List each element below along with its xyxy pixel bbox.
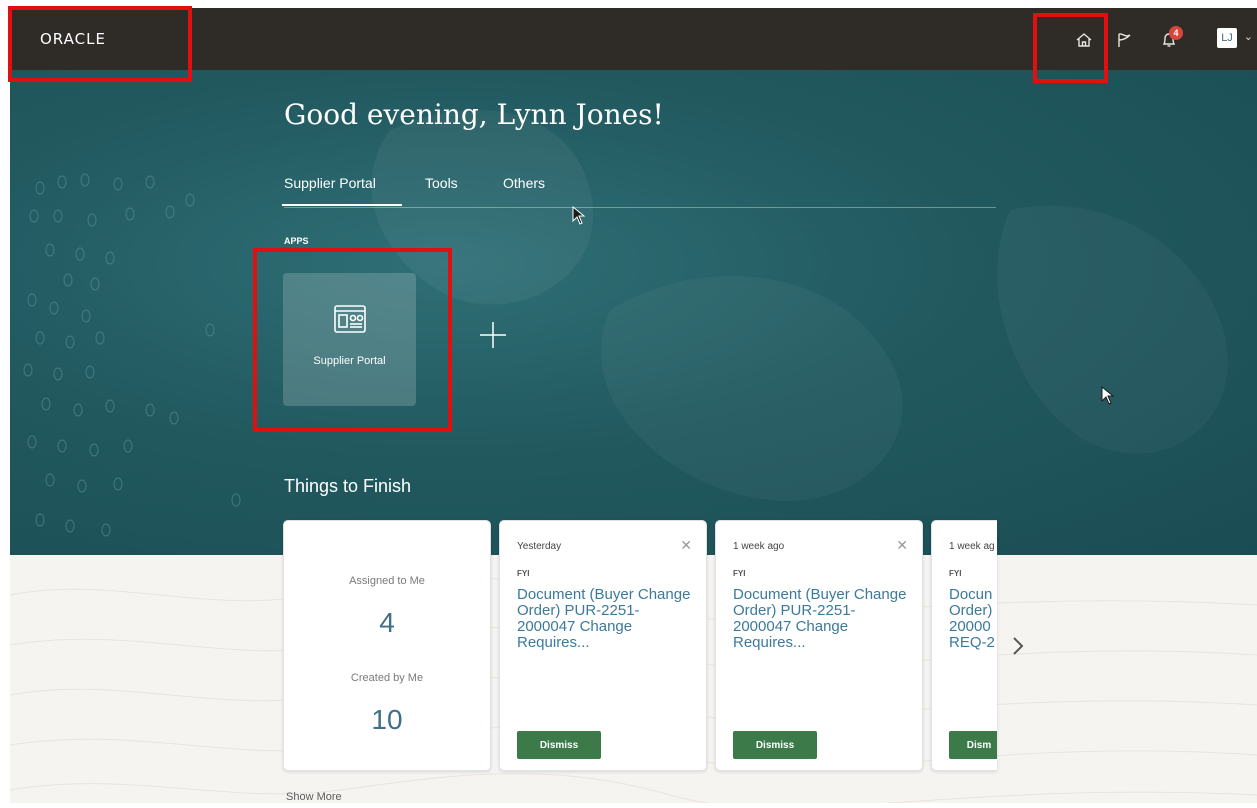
greeting-title: Good evening, Lynn Jones!: [284, 98, 664, 131]
background-shapes: [371, 110, 1228, 501]
close-icon[interactable]: ✕: [680, 537, 692, 554]
user-avatar[interactable]: LJ: [1217, 28, 1237, 48]
created-by-me-label: Created by Me: [350, 672, 424, 684]
dismiss-button[interactable]: Dismiss: [517, 731, 601, 759]
notification-time: 1 week ago: [733, 541, 785, 552]
tab-tools[interactable]: Tools: [425, 175, 458, 191]
apps-section-label: APPS: [284, 236, 309, 246]
close-icon[interactable]: ✕: [896, 537, 908, 554]
tab-others[interactable]: Others: [503, 175, 545, 191]
dismiss-button[interactable]: Dism: [949, 731, 997, 759]
notification-card[interactable]: 1 week ago ✕ FYI Document (Buyer Change …: [715, 520, 923, 771]
notification-time: 1 week ag: [949, 541, 995, 552]
favorites-button[interactable]: [1108, 24, 1140, 56]
tab-bar: Supplier Portal Tools Others: [282, 175, 996, 208]
flag-icon: [1118, 33, 1131, 47]
assigned-to-me-count[interactable]: 4: [284, 607, 490, 639]
chevron-right-icon[interactable]: [1008, 632, 1028, 660]
notification-card[interactable]: Yesterday ✕ FYI Document (Buyer Change O…: [499, 520, 707, 771]
summary-card: Assigned to Me 4 Created by Me 10: [283, 520, 491, 771]
tab-supplier-portal[interactable]: Supplier Portal: [282, 175, 402, 206]
created-by-me-count[interactable]: 10: [284, 704, 490, 736]
notification-title[interactable]: Docun Order) 20000 REQ-2: [949, 587, 997, 651]
notifications-button[interactable]: 4: [1153, 24, 1185, 56]
hero-banner: [10, 70, 1257, 555]
notification-badge: 4: [1169, 26, 1183, 40]
things-to-finish-title: Things to Finish: [284, 476, 412, 496]
notification-type: FYI: [517, 569, 530, 578]
notification-card[interactable]: 1 week ag FYI Docun Order) 20000 REQ-2 D…: [931, 520, 997, 771]
home-button[interactable]: [1068, 24, 1100, 56]
notification-type: FYI: [733, 569, 746, 578]
oracle-logo[interactable]: ORACLE: [40, 30, 106, 48]
app-tile-label: Supplier Portal: [313, 355, 386, 367]
show-more-link[interactable]: Show More: [286, 791, 342, 803]
add-app-icon[interactable]: [478, 320, 508, 350]
top-bar: ORACLE 4 LJ ⌄: [10, 8, 1257, 70]
dismiss-button[interactable]: Dismiss: [733, 731, 817, 759]
home-icon: [1076, 33, 1092, 47]
supplier-portal-icon: [334, 305, 366, 333]
notification-title[interactable]: Document (Buyer Change Order) PUR-2251-2…: [517, 587, 693, 651]
assigned-to-me-label: Assigned to Me: [349, 575, 425, 587]
notification-type: FYI: [949, 569, 962, 578]
notification-title[interactable]: Document (Buyer Change Order) PUR-2251-2…: [733, 587, 909, 651]
notification-time: Yesterday: [517, 541, 562, 552]
app-tile-supplier-portal[interactable]: Supplier Portal: [283, 273, 416, 406]
chevron-down-icon[interactable]: ⌄: [1244, 30, 1253, 43]
